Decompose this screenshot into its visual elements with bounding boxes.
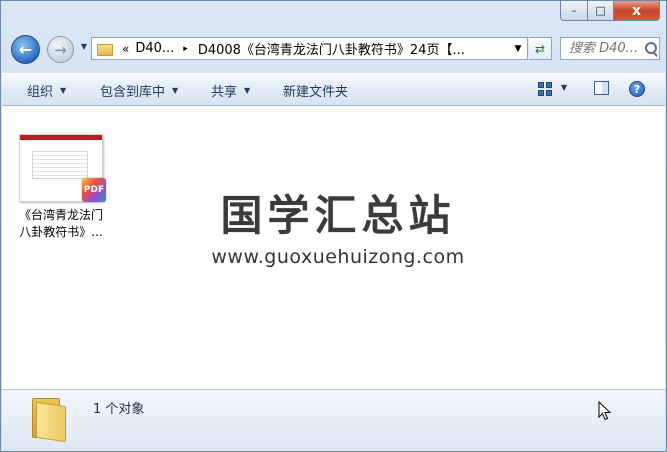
arrow-right-icon: →: [54, 40, 67, 59]
breadcrumb-chevron-icon[interactable]: ▸: [183, 44, 188, 54]
refresh-icon: ⇄: [534, 41, 546, 56]
back-button[interactable]: ←: [11, 35, 40, 64]
share-label: 共享: [211, 84, 238, 100]
recent-pages-button[interactable]: ▼: [79, 42, 89, 54]
address-bar[interactable]: « D40... ▸ D4008《台湾青龙法门八卦教符书》24页【... ▼: [91, 37, 528, 60]
watermark-title: 国学汇总站: [220, 191, 456, 240]
share-button[interactable]: 共享 ▼: [211, 74, 250, 106]
search-box[interactable]: [560, 37, 660, 60]
new-folder-button[interactable]: 新建文件夹: [283, 74, 348, 106]
watermark-url: www.guoxuehuizong.com: [211, 246, 465, 268]
mouse-cursor-icon: [598, 401, 612, 421]
help-icon[interactable]: ?: [629, 81, 645, 97]
refresh-button[interactable]: ⇄: [529, 37, 552, 60]
file-list-pane[interactable]: PDF 《台湾青龙法门 八卦教符书》... 国学汇总站 www.guoxuehu…: [2, 106, 665, 389]
maximize-button[interactable]: □: [588, 1, 614, 21]
breadcrumb-segment[interactable]: D40...: [135, 41, 174, 56]
folder-icon: [97, 42, 113, 56]
arrow-left-icon: ←: [18, 40, 33, 59]
explorer-window: – □ x ← → ▼ « D40... ▸ D4008《台湾青龙法门八卦教符书…: [0, 0, 667, 452]
organize-label: 组织: [27, 84, 54, 100]
change-view-icon[interactable]: [538, 82, 552, 96]
forward-button[interactable]: →: [47, 36, 74, 63]
caption-buttons: – □ x: [560, 1, 660, 21]
minimize-button[interactable]: –: [560, 1, 588, 21]
file-name: 《台湾青龙法门 八卦教符书》...: [13, 207, 109, 241]
navigation-bar: ← → ▼ « D40... ▸ D4008《台湾青龙法门八卦教符书》24页【.…: [7, 32, 660, 66]
breadcrumb-overflow[interactable]: «: [122, 42, 129, 56]
new-folder-label: 新建文件夹: [283, 84, 349, 100]
organize-button[interactable]: 组织 ▼: [27, 74, 66, 106]
file-name-line-1: 《台湾青龙法门: [18, 208, 103, 222]
breadcrumb-current[interactable]: D4008《台湾青龙法门八卦教符书》24页【...: [198, 39, 511, 58]
include-in-library-button[interactable]: 包含到库中 ▼: [100, 74, 178, 106]
search-input[interactable]: [569, 41, 643, 56]
item-count: 1 个对象: [93, 402, 145, 417]
folder-large-icon: [30, 394, 70, 443]
address-dropdown-button[interactable]: ▼: [511, 44, 525, 54]
file-name-line-2: 八卦教符书》...: [19, 225, 103, 239]
chevron-down-icon: ▼: [60, 85, 67, 95]
search-icon[interactable]: [643, 41, 659, 57]
include-in-library-label: 包含到库中: [100, 84, 166, 100]
chevron-down-icon: ▼: [244, 85, 251, 95]
pdf-badge-icon: PDF: [82, 178, 106, 202]
command-bar: 组织 ▼ 包含到库中 ▼ 共享 ▼ 新建文件夹 ▼ ?: [2, 73, 665, 106]
view-options-chevron-icon[interactable]: ▼: [561, 83, 567, 92]
preview-pane-icon[interactable]: [594, 81, 609, 95]
close-button[interactable]: x: [614, 1, 660, 21]
details-pane: 1 个对象: [2, 389, 665, 451]
chevron-down-icon: ▼: [172, 85, 179, 95]
watermark: 国学汇总站 www.guoxuehuizong.com: [198, 191, 478, 268]
